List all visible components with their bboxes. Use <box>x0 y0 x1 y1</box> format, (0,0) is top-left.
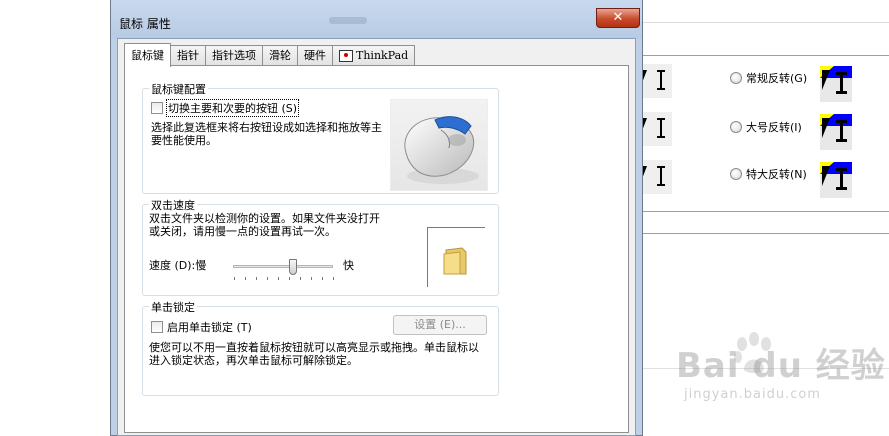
dialog-client: 鼠标键 指针 指针选项 滑轮 硬件 ThinkPad 鼠标键配置 切换主要和次要… <box>117 38 636 436</box>
group-title: 双击速度 <box>149 197 197 213</box>
radio-icon[interactable] <box>730 168 742 180</box>
mouse-illustration-icon <box>404 116 479 184</box>
speed-slider-track[interactable] <box>233 265 333 268</box>
slider-ticks <box>234 277 334 281</box>
click-lock-settings-button[interactable]: 设置 (E)... <box>393 315 487 335</box>
test-folder-area[interactable] <box>427 227 485 287</box>
radio-large-inverted[interactable]: 大号反转(I) <box>730 119 802 135</box>
tab-pointer-options[interactable]: 指针选项 <box>205 45 263 66</box>
button-config-group: 鼠标键配置 切换主要和次要的按钮 (S) 选择此复选框来将右按钮设成如选择和拖放… <box>142 81 499 194</box>
speed-fast-label: 快 <box>343 259 354 272</box>
cursor-preview-icon <box>640 64 672 98</box>
tab-page-buttons: 鼠标键配置 切换主要和次要的按钮 (S) 选择此复选框来将右按钮设成如选择和拖放… <box>124 65 629 433</box>
tab-hardware[interactable]: 硬件 <box>297 45 333 66</box>
speed-slider-thumb[interactable] <box>289 259 297 275</box>
checkbox-icon[interactable] <box>151 102 163 114</box>
tab-wheel[interactable]: 滑轮 <box>262 45 298 66</box>
double-click-description: 双击文件夹以检测你的设置。如果文件夹没打开或关闭，请用慢一点的设置再试一次。 <box>149 212 380 238</box>
speed-label-row: 速度 (D):慢 <box>149 257 206 273</box>
mouse-properties-dialog: 鼠标 属性 ✕ 鼠标键 指针 指针选项 滑轮 硬件 ThinkPad 鼠标键配置… <box>110 0 643 436</box>
inverted-cursor-icon <box>820 114 852 150</box>
radio-icon[interactable] <box>730 121 742 133</box>
cursor-preview-icon <box>640 112 672 146</box>
tab-strip: 鼠标键 指针 指针选项 滑轮 硬件 ThinkPad <box>124 43 416 67</box>
tab-buttons[interactable]: 鼠标键 <box>124 43 171 67</box>
radio-normal-inverted[interactable]: 常规反转(G) <box>730 70 807 86</box>
checkbox-icon[interactable] <box>151 321 163 333</box>
thinkpad-icon <box>339 50 353 62</box>
enable-click-lock-checkbox[interactable]: 启用单击锁定 (T) <box>151 319 252 335</box>
mouse-image <box>390 99 488 191</box>
tab-pointers[interactable]: 指针 <box>170 45 206 66</box>
click-lock-description: 使您可以不用一直按着鼠标按钮就可以高亮显示或拖拽。单击鼠标以进入锁定状态，再次单… <box>149 341 479 367</box>
inverted-cursor-icon <box>820 66 852 102</box>
divider <box>640 233 889 234</box>
window-title: 鼠标 属性 <box>119 17 171 31</box>
watermark: Bai du 经验 jingyan.baidu.com <box>676 346 886 402</box>
group-title: 鼠标键配置 <box>149 81 208 97</box>
divider <box>640 22 889 23</box>
speed-slow-label: 速度 (D):慢 <box>149 259 207 272</box>
click-lock-group: 单击锁定 启用单击锁定 (T) 设置 (E)... 使您可以不用一直按着鼠标按钮… <box>142 299 499 396</box>
double-click-group: 双击速度 双击文件夹以检测你的设置。如果文件夹没打开或关闭，请用慢一点的设置再试… <box>142 197 499 296</box>
switch-buttons-checkbox[interactable]: 切换主要和次要的按钮 (S) <box>151 99 300 117</box>
blurred-region <box>329 17 367 24</box>
radio-icon[interactable] <box>730 72 742 84</box>
cursor-preview-icon <box>640 160 672 194</box>
inverted-cursor-icon <box>820 162 852 198</box>
group-title: 单击锁定 <box>149 299 197 315</box>
radio-extra-large-inverted[interactable]: 特大反转(N) <box>730 166 807 182</box>
title-bar[interactable]: 鼠标 属性 ✕ <box>111 0 642 38</box>
folder-icon[interactable] <box>442 246 468 276</box>
close-button[interactable]: ✕ <box>596 8 640 28</box>
tab-thinkpad[interactable]: ThinkPad <box>332 45 416 66</box>
button-config-description: 选择此复选框来将右按钮设成如选择和拖放等主要性能使用。 <box>151 121 382 147</box>
